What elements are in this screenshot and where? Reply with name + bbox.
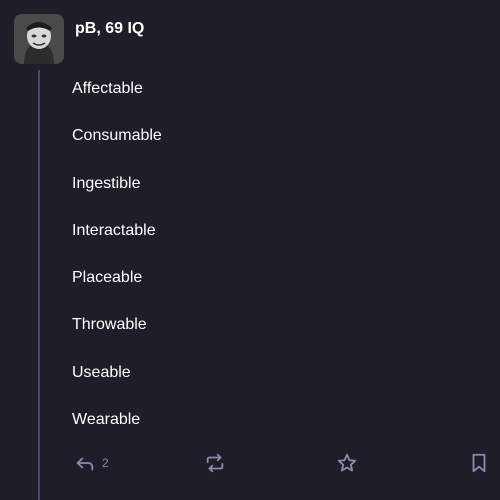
thread-line [38,70,40,500]
reply-button[interactable]: 2 [74,448,109,478]
star-icon [337,453,357,472]
boost-button[interactable] [204,448,226,478]
reply-count: 2 [102,456,109,470]
content-line: Wearable [72,411,141,428]
boost-icon [206,453,224,473]
content-line: Useable [72,364,131,381]
author-display-name[interactable]: pB, 69 IQ [75,19,144,39]
content-line: Placeable [72,269,143,286]
content-line: Interactable [72,222,156,239]
action-bar: 2 [0,448,500,478]
content-line: Affectable [72,80,143,97]
content-line: Throwable [72,316,147,333]
post: pB, 69 IQ Affectable Consumable Ingestib… [0,0,500,500]
avatar-image [14,14,64,64]
content-line: Consumable [72,127,162,144]
bookmark-icon [472,453,486,473]
content-line: Ingestible [72,175,141,192]
reply-icon [76,457,94,471]
author-avatar[interactable] [14,14,64,64]
favourite-button[interactable] [336,448,358,478]
bookmark-button[interactable] [468,448,490,478]
